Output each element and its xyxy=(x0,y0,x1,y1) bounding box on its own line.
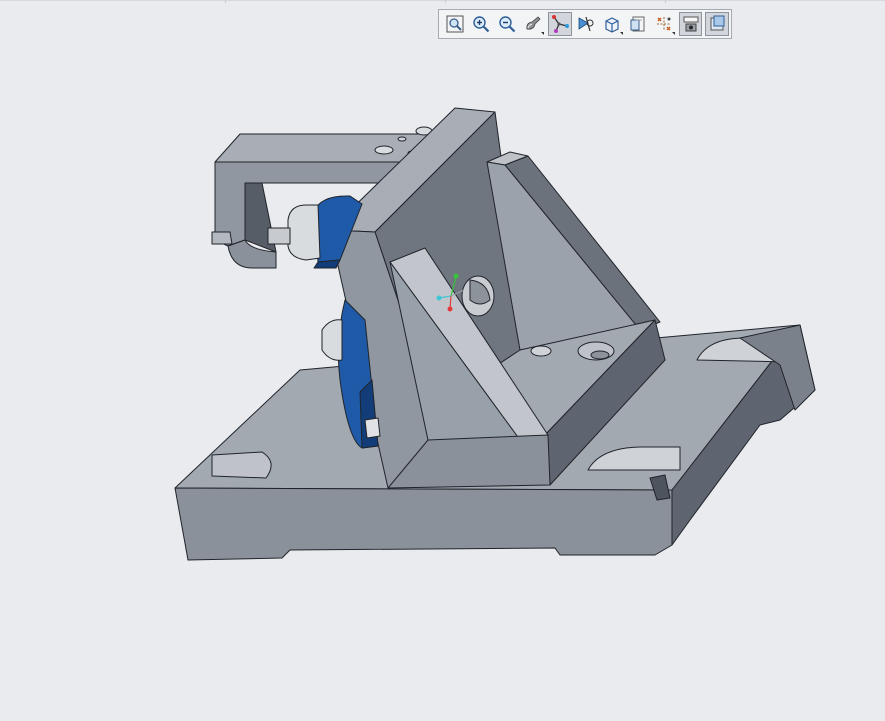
zoom-out-icon xyxy=(499,16,516,33)
appearance-icon xyxy=(710,15,725,31)
graphics-viewport[interactable] xyxy=(0,44,885,721)
datum-display-filters-button[interactable] xyxy=(652,12,676,36)
spin-center-icon xyxy=(578,16,594,32)
repaint-button[interactable] xyxy=(522,12,546,36)
zoom-in-button[interactable] xyxy=(469,12,493,36)
zoom-in-icon xyxy=(473,16,490,33)
repaint-icon xyxy=(526,16,542,30)
flyout-arrow-icon xyxy=(672,32,676,35)
annotation-display-icon xyxy=(683,16,698,32)
refit-button[interactable] xyxy=(443,12,467,36)
datum-filters-icon xyxy=(657,17,672,31)
datum-display-button[interactable] xyxy=(547,12,572,36)
graphics-toolbar xyxy=(438,9,732,39)
viewport-top-border xyxy=(0,0,885,1)
display-style-cube-icon xyxy=(605,17,619,33)
flyout-arrow-icon xyxy=(619,32,623,35)
datum-axes-icon xyxy=(551,15,569,33)
saved-views-icon xyxy=(630,16,645,32)
upright-bore-hole xyxy=(461,275,495,317)
flyout-arrow-icon xyxy=(541,32,545,35)
ruler-tick xyxy=(665,0,666,3)
display-style-button[interactable] xyxy=(600,12,624,36)
assembly-model xyxy=(174,107,816,561)
saved-views-button[interactable] xyxy=(626,12,650,36)
appearance-button[interactable] xyxy=(704,12,729,36)
zoom-fit-icon xyxy=(446,15,464,33)
ruler-tick xyxy=(225,0,226,3)
spin-center-button[interactable] xyxy=(574,12,598,36)
ruler-tick xyxy=(445,0,446,3)
annotation-display-button[interactable] xyxy=(678,12,703,36)
zoom-out-button[interactable] xyxy=(495,12,519,36)
